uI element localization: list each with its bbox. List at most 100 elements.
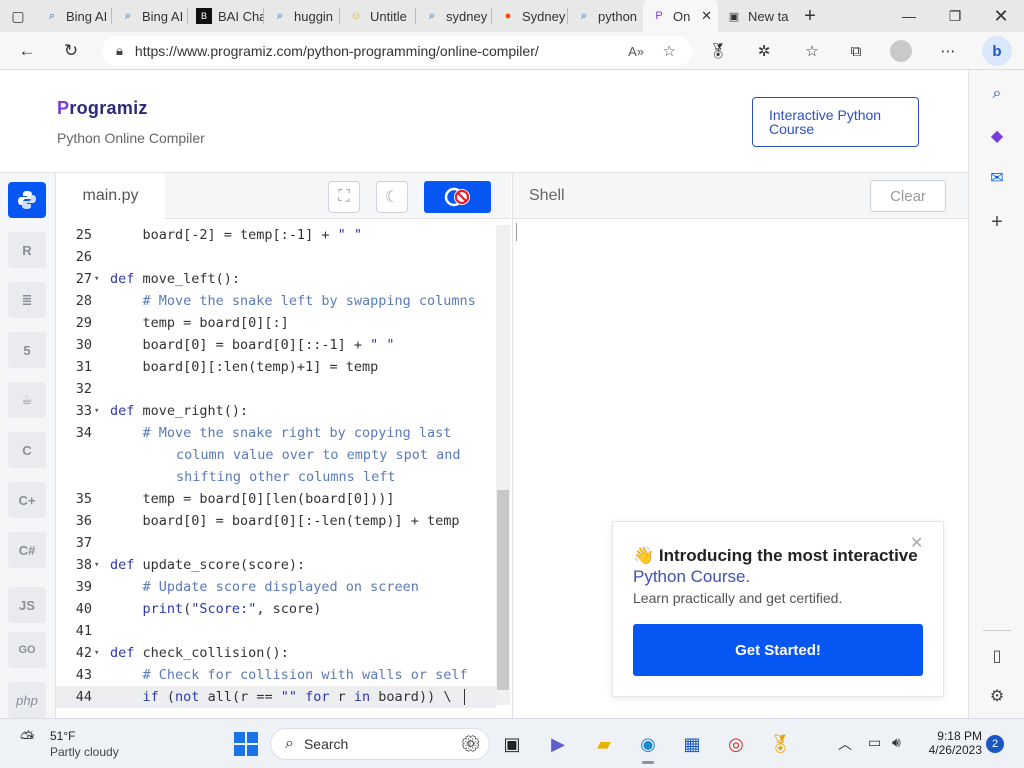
fold-arrow-icon[interactable]: ▾ <box>94 642 99 664</box>
weather-condition[interactable]: Partly cloudy <box>50 745 119 759</box>
code-line[interactable]: 29 temp = board[0][:] <box>56 312 496 334</box>
read-aloud-icon[interactable]: A» <box>628 44 644 59</box>
lang-html5-icon[interactable]: 5 <box>8 332 46 368</box>
new-tab-button[interactable]: + <box>793 0 827 32</box>
code-line[interactable]: 42 ▾ def check_collision(): <box>56 642 496 664</box>
code-line[interactable]: 26 <box>56 246 496 268</box>
editor-scroll-thumb[interactable] <box>497 490 509 690</box>
lang-go-icon[interactable]: GO <box>8 632 46 668</box>
lang-php-icon[interactable]: php <box>8 682 46 718</box>
code-line[interactable]: 44 if (not all(r == "" for r in board)) … <box>56 686 496 708</box>
code-line[interactable]: 39 # Update score displayed on screen <box>56 576 496 598</box>
code-line[interactable]: 34 # Move the snake right by copying las… <box>56 422 496 444</box>
browser-tab[interactable]: ⌕ huggin <box>264 0 339 32</box>
code-line[interactable]: 31 board[0][:len(temp)+1] = temp <box>56 356 496 378</box>
file-explorer-icon[interactable]: ▰ <box>590 730 618 758</box>
lang-sql-icon[interactable]: ≣ <box>8 282 46 318</box>
network-icon[interactable]: ▭ <box>868 734 881 751</box>
file-tab-main[interactable]: main.py <box>56 173 165 219</box>
start-button[interactable] <box>234 732 258 756</box>
minimize-button[interactable]: — <box>886 0 932 32</box>
code-line[interactable]: 36 board[0] = board[0][:-len(temp)] + te… <box>56 510 496 532</box>
lang-js-icon[interactable]: JS <box>8 587 46 623</box>
store-icon[interactable]: ▦ <box>678 730 706 758</box>
profile-avatar[interactable] <box>890 40 912 62</box>
code-line[interactable]: 37 <box>56 532 496 554</box>
browser-tab[interactable]: ☺ Untitle <box>340 0 415 32</box>
rewards-icon[interactable]: 🏅︎ <box>706 40 730 62</box>
code-line[interactable]: 40 print("Score:", score) <box>56 598 496 620</box>
weather-icon[interactable]: ⛅︎ <box>20 728 46 750</box>
weather-temp[interactable]: 51°F <box>50 729 75 743</box>
chrome-icon[interactable]: ◎ <box>722 730 750 758</box>
clock[interactable]: 9:18 PM 4/26/2023 <box>926 729 982 757</box>
code-line[interactable]: 27 ▾ def move_left(): <box>56 268 496 290</box>
sidebar-add-icon[interactable]: + <box>985 210 1009 234</box>
back-button[interactable]: ← <box>12 38 42 64</box>
browser-tab[interactable]: ⌕ Bing AI <box>36 0 111 32</box>
taskbar-search[interactable]: ⌕ Search 🌼︎ <box>270 728 490 760</box>
sidebar-tools-icon[interactable]: ◆ <box>985 124 1009 148</box>
get-started-button[interactable]: Get Started! <box>633 624 923 676</box>
notification-badge[interactable]: 2 <box>986 735 1004 753</box>
code-line-wrap[interactable]: shifting other columns left <box>56 466 496 488</box>
lang-cpp-icon[interactable]: C+ <box>8 482 46 518</box>
more-menu-icon[interactable]: ⋯ <box>936 40 960 62</box>
sidebar-toggle-icon[interactable]: ▯ <box>985 644 1009 668</box>
favorites-icon[interactable]: ☆ <box>800 40 824 62</box>
fold-arrow-icon[interactable]: ▾ <box>94 400 99 422</box>
code-line[interactable]: 25 board[-2] = temp[:-1] + " " <box>56 224 496 246</box>
tab-close-icon[interactable]: ✕ <box>701 8 712 24</box>
lang-java-icon[interactable]: ☕︎ <box>8 382 46 418</box>
code-line[interactable]: 32 <box>56 378 496 400</box>
edge-icon[interactable]: ◉ <box>634 730 662 764</box>
sidebar-search-icon[interactable]: ⌕ <box>985 82 1009 106</box>
collections-icon[interactable]: ⧉ <box>844 40 868 62</box>
browser-tab[interactable]: B BAI Cha <box>188 0 263 32</box>
browser-tab[interactable]: ⌕ Bing AI <box>112 0 187 32</box>
fullscreen-icon[interactable]: ⛶ <box>328 181 360 213</box>
refresh-button[interactable]: ↻ <box>56 38 86 64</box>
code-line[interactable]: 38 ▾ def update_score(score): <box>56 554 496 576</box>
fold-arrow-icon[interactable]: ▾ <box>94 554 99 576</box>
interactive-course-button[interactable]: Interactive Python Course <box>752 97 919 147</box>
code-line[interactable]: 28 # Move the snake left by swapping col… <box>56 290 496 312</box>
fold-arrow-icon[interactable]: ▾ <box>94 268 99 290</box>
dark-mode-icon[interactable]: ☾ <box>376 181 408 213</box>
code-line[interactable]: 35 temp = board[0][len(board[0]))] <box>56 488 496 510</box>
sidebar-settings-icon[interactable]: ⚙ <box>985 684 1009 708</box>
restore-button[interactable]: ❐ <box>932 0 978 32</box>
browser-tab[interactable]: ⌕ python <box>568 0 643 32</box>
browser-tab[interactable]: ● Sydney <box>492 0 567 32</box>
tab-label: BAI Cha <box>218 8 263 24</box>
code-editor[interactable]: 25 board[-2] = temp[:-1] + " " 26 27 ▾ def m… <box>56 219 511 718</box>
lang-python-icon[interactable] <box>8 182 46 218</box>
programiz-logo[interactable]: Programiz <box>57 98 148 119</box>
lang-r-icon[interactable]: R <box>8 232 46 268</box>
browser-tab[interactable]: P On ✕ <box>643 0 718 32</box>
run-button[interactable] <box>424 181 491 213</box>
code-line-wrap[interactable]: column value over to empty spot and <box>56 444 496 466</box>
code-line[interactable]: 41 <box>56 620 496 642</box>
address-bar[interactable]: 🔒︎ https://www.programiz.com/python-prog… <box>102 36 692 66</box>
close-window-button[interactable]: ✕ <box>978 0 1024 32</box>
add-favorite-icon[interactable]: ☆ <box>663 42 676 60</box>
clear-button[interactable]: Clear <box>870 180 946 212</box>
tray-overflow-icon[interactable]: ︿ <box>838 734 852 754</box>
code-line[interactable]: 30 board[0] = board[0][::-1] + " " <box>56 334 496 356</box>
rewards-app-icon[interactable]: 🏅︎ <box>766 730 794 758</box>
tab-actions-icon[interactable]: ▢ <box>0 0 36 32</box>
line-number: 30 <box>75 337 92 353</box>
teams-icon[interactable]: ▶ <box>544 730 572 758</box>
volume-icon[interactable]: 🔊︎ <box>892 734 901 751</box>
extensions-icon[interactable]: ✲ <box>752 40 776 62</box>
code-line[interactable]: 43 # Check for collision with walls or s… <box>56 664 496 686</box>
lang-c-icon[interactable]: C <box>8 432 46 468</box>
bing-chat-icon[interactable]: b <box>982 36 1012 66</box>
browser-tab[interactable]: ▣ New ta <box>718 0 793 32</box>
task-view-icon[interactable]: ▣ <box>498 730 526 758</box>
sidebar-outlook-icon[interactable]: ✉ <box>985 166 1009 190</box>
lang-csharp-icon[interactable]: C# <box>8 532 46 568</box>
code-line[interactable]: 33 ▾ def move_right(): <box>56 400 496 422</box>
browser-tab[interactable]: ⌕ sydney <box>416 0 491 32</box>
